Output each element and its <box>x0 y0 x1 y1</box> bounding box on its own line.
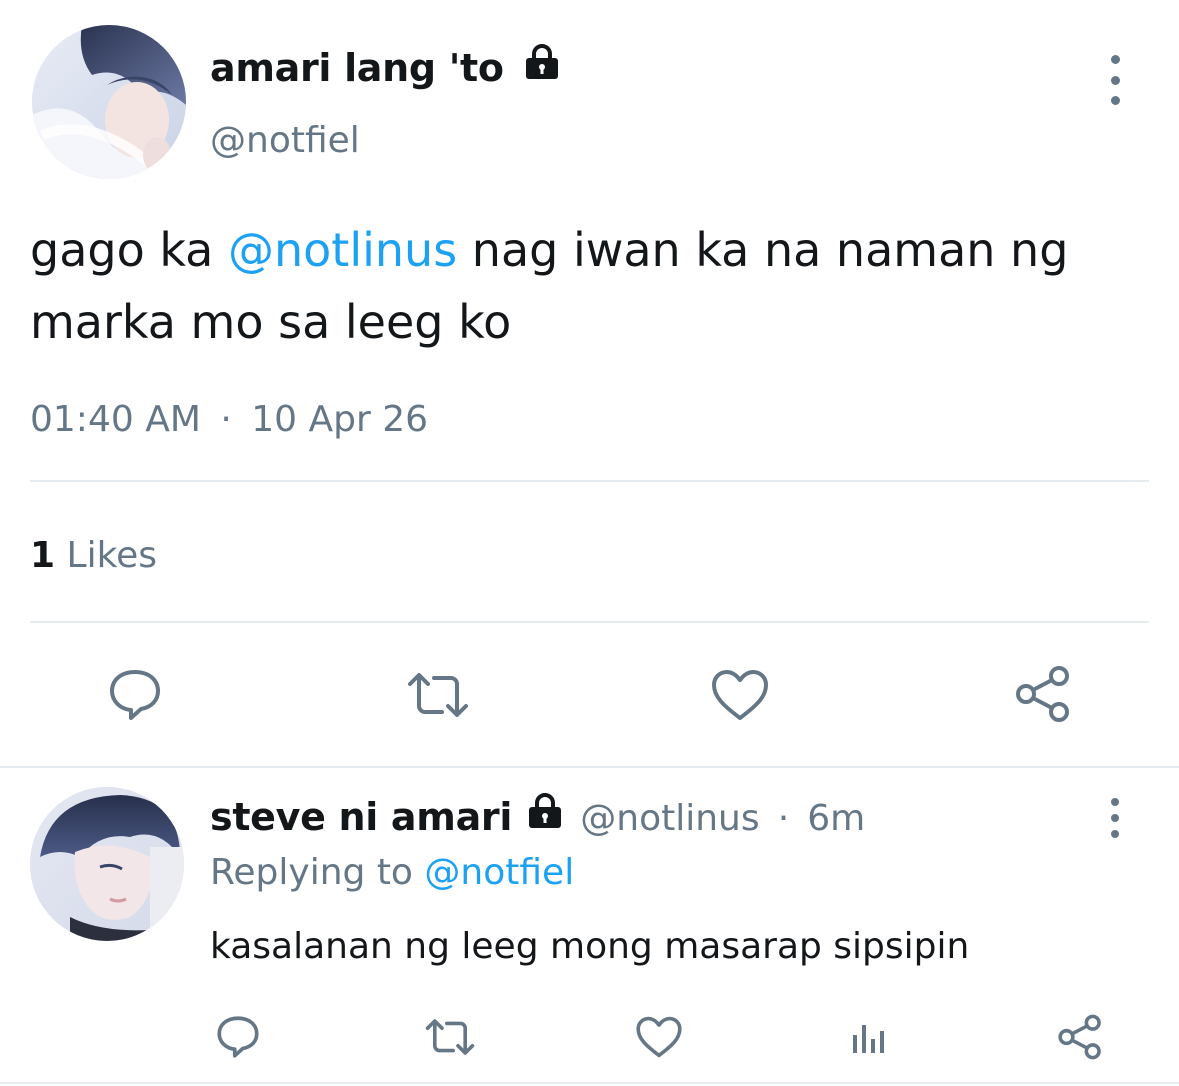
share-icon <box>1058 1014 1101 1060</box>
retweet-button[interactable] <box>422 1012 478 1062</box>
reply-button[interactable] <box>100 664 170 726</box>
tweet-text-line-2: marka mo sa leeg ko <box>30 295 512 349</box>
reply-button[interactable] <box>210 1012 266 1062</box>
stats-button[interactable] <box>841 1012 897 1062</box>
tweet-text-line-1: gago ka @notlinus nag iwan ka na naman n… <box>30 214 1068 286</box>
tweet-text-part: gago ka <box>30 223 228 277</box>
retweet-icon <box>408 673 468 717</box>
retweet-icon <box>425 1019 475 1055</box>
share-button[interactable] <box>1052 1010 1108 1064</box>
avatar[interactable] <box>30 787 184 941</box>
comment-icon <box>110 670 160 720</box>
display-name[interactable]: steve ni amari <box>210 795 512 839</box>
tweet-text-part: nag iwan ka na naman ng <box>457 223 1069 277</box>
tweet-text: gago ka @notlinus nag iwan ka na naman n… <box>30 214 1068 358</box>
reply-header: steve ni amari @notlinus · 6m <box>210 792 866 843</box>
retweet-button[interactable] <box>403 664 473 726</box>
more-vertical-icon[interactable] <box>1100 55 1130 105</box>
replying-prefix: Replying to <box>210 852 413 893</box>
timestamp: 01:40 AM · 10 Apr 26 <box>30 397 428 443</box>
time[interactable]: 01:40 AM <box>30 399 201 440</box>
avatar[interactable] <box>32 25 186 179</box>
more-vertical-icon[interactable] <box>1100 798 1130 838</box>
reply-text: kasalanan ng leeg mong masarap sipsipin <box>210 926 970 967</box>
divider <box>30 480 1149 482</box>
stats-icon <box>853 1025 884 1053</box>
likes-count: 1 <box>30 535 56 576</box>
reply-age: 6m <box>807 798 866 839</box>
handle[interactable]: @notlinus <box>580 798 759 839</box>
like-button[interactable] <box>631 1012 687 1062</box>
likes-label: Likes <box>66 535 158 576</box>
heart-icon <box>712 670 768 720</box>
mention-link[interactable]: @notlinus <box>228 223 457 277</box>
replying-to-link[interactable]: @notfiel <box>424 852 574 893</box>
date[interactable]: 10 Apr 26 <box>251 399 428 440</box>
share-button[interactable] <box>1008 662 1078 726</box>
lock-icon <box>526 792 564 840</box>
heart-icon <box>636 1016 682 1058</box>
divider <box>0 1082 1179 1084</box>
handle[interactable]: @notfiel <box>210 118 360 164</box>
display-name[interactable]: amari lang 'to <box>210 46 504 90</box>
comment-icon <box>217 1016 259 1058</box>
separator: · <box>220 399 232 440</box>
likes-summary[interactable]: 1 Likes <box>30 533 157 579</box>
share-icon <box>1016 666 1069 722</box>
replying-to: Replying to @notfiel <box>210 850 574 896</box>
separator: · <box>777 798 790 839</box>
like-button[interactable] <box>705 664 775 726</box>
display-name-row: amari lang 'to <box>210 43 561 91</box>
divider <box>30 621 1149 623</box>
lock-icon <box>523 43 561 90</box>
divider <box>0 766 1179 768</box>
